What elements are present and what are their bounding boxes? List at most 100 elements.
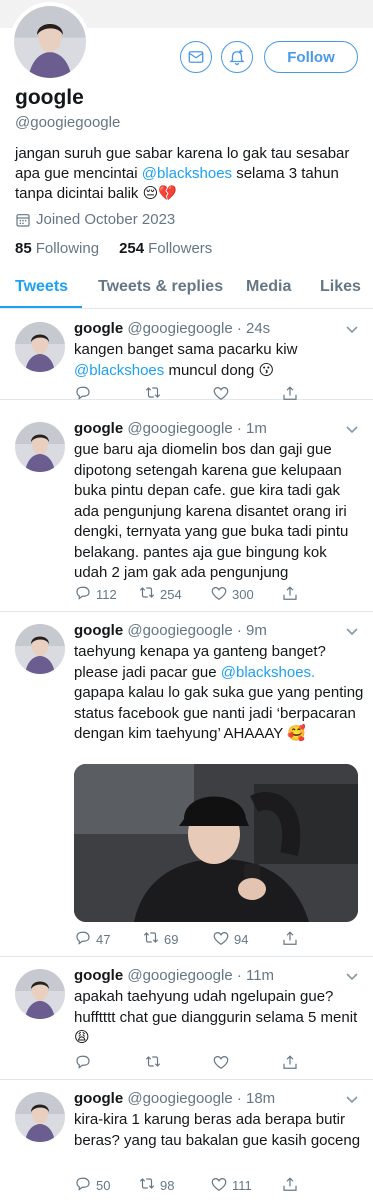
followers-count: 254 (119, 240, 145, 257)
tweet-mention-link[interactable]: @blackshoes (74, 362, 164, 379)
avatar-image (14, 6, 86, 78)
notify-button[interactable] (221, 41, 253, 73)
message-button[interactable] (180, 41, 212, 73)
active-tab-indicator (0, 306, 82, 308)
tab-likes[interactable]: Likes (320, 278, 361, 296)
avatar-image (15, 624, 65, 674)
share-icon (283, 586, 297, 600)
tweet-avatar[interactable] (15, 624, 65, 674)
tab-media[interactable]: Media (246, 278, 291, 296)
tweet-header: google @googiegoogle · 18m (74, 1090, 275, 1107)
reply-icon (76, 386, 90, 400)
heart-icon (213, 387, 229, 400)
tweet-item[interactable]: google @googiegoogle · 24s kangen banget… (0, 310, 373, 400)
tweet-author-name[interactable]: google (74, 1090, 123, 1107)
share-button[interactable] (281, 1176, 299, 1194)
followers-label: Followers (148, 240, 213, 257)
share-icon (283, 1177, 297, 1191)
share-icon (283, 1055, 297, 1069)
reply-icon (76, 1055, 90, 1069)
share-button[interactable] (281, 1054, 299, 1072)
tweet-meta: @googiegoogle · 9m (127, 622, 267, 639)
retweet-count: 69 (164, 931, 179, 947)
retweet-button[interactable] (144, 1054, 166, 1072)
tweet-header: google @googiegoogle · 1m (74, 420, 267, 437)
tweet-avatar[interactable] (15, 322, 65, 372)
bio-mention-link[interactable]: @blackshoes (142, 165, 232, 182)
retweet-icon (145, 1056, 161, 1067)
retweet-button[interactable]: 254 (138, 585, 182, 603)
tweet-actions: 47 69 94 (74, 930, 304, 950)
share-button[interactable] (281, 585, 299, 603)
reply-count: 112 (96, 586, 117, 602)
retweet-button[interactable] (144, 385, 166, 403)
follow-button[interactable]: Follow (264, 41, 358, 73)
chevron-down-icon[interactable] (344, 322, 360, 338)
tweet-header: google @googiegoogle · 9m (74, 622, 267, 639)
tweet-text: apakah taehyung udah ngelupain gue? huff… (74, 988, 358, 1046)
avatar-image (15, 969, 65, 1019)
like-button[interactable]: 94 (212, 930, 248, 948)
chevron-down-icon[interactable] (344, 624, 360, 640)
chevron-down-icon[interactable] (344, 1092, 360, 1108)
reply-button[interactable]: 112 (74, 585, 117, 603)
share-button[interactable] (281, 385, 299, 403)
tweet-item[interactable]: google @googiegoogle · 9m taehyung kenap… (0, 612, 373, 957)
tweet-author-name[interactable]: google (74, 622, 123, 639)
like-button[interactable] (212, 1054, 234, 1072)
tweet-header: google @googiegoogle · 24s (74, 320, 270, 337)
share-icon (283, 386, 297, 400)
tweet-item[interactable]: google @googiegoogle · 11m apakah taehyu… (0, 957, 373, 1080)
profile-handle: @googiegoogle (15, 114, 121, 131)
chevron-down-icon[interactable] (344, 422, 360, 438)
calendar-icon (16, 213, 30, 227)
avatar-image (15, 422, 65, 472)
tweet-item[interactable]: google @googiegoogle · 1m gue baru aja d… (0, 410, 373, 612)
reply-button[interactable] (74, 1054, 96, 1072)
like-button[interactable] (212, 385, 234, 403)
tweet-avatar[interactable] (15, 969, 65, 1019)
tweet-text-end: gapapa kalau lo gak suka gue yang pentin… (74, 684, 364, 742)
retweet-button[interactable]: 98 (138, 1176, 174, 1194)
tweet-author-name[interactable]: google (74, 420, 123, 437)
following-label: Following (35, 240, 100, 257)
retweet-count: 254 (160, 586, 182, 602)
tweet-text-end: muncul dong 😗 (164, 361, 275, 379)
following-link[interactable]: 85 Following (15, 240, 99, 257)
tweet-author-name[interactable]: google (74, 967, 123, 984)
profile-avatar[interactable] (10, 2, 90, 82)
tweet-header: google @googiegoogle · 11m (74, 967, 274, 984)
retweet-icon (139, 1178, 155, 1189)
reply-button[interactable]: 47 (74, 930, 110, 948)
joined-text: Joined October 2023 (36, 211, 176, 228)
tweet-avatar[interactable] (15, 1092, 65, 1142)
profile-display-name: google (15, 86, 84, 109)
reply-button[interactable] (74, 385, 96, 403)
bell-plus-icon (229, 49, 245, 66)
retweet-button[interactable]: 69 (142, 930, 178, 948)
tweet-text: kira-kira 1 karung beras ada berapa buti… (74, 1111, 361, 1149)
avatar-image (15, 322, 65, 372)
avatar-image (15, 1092, 65, 1142)
reply-count: 47 (96, 931, 111, 947)
tweet-avatar[interactable] (15, 422, 65, 472)
chevron-down-icon[interactable] (344, 969, 360, 985)
tweet-media-image[interactable] (74, 764, 358, 922)
tweet-actions (74, 385, 304, 405)
share-button[interactable] (281, 930, 299, 948)
tweet-mention-link[interactable]: @blackshoes. (221, 664, 315, 681)
tweet-actions: 50 98 111 (74, 1176, 304, 1196)
tab-tweets-replies[interactable]: Tweets & replies (98, 278, 223, 296)
tab-tweets[interactable]: Tweets (15, 278, 68, 296)
tweet-author-name[interactable]: google (74, 320, 123, 337)
retweet-count: 98 (160, 1177, 175, 1193)
tweet-item[interactable]: google @googiegoogle · 18m kira-kira 1 k… (0, 1080, 373, 1200)
like-button[interactable]: 300 (210, 585, 254, 603)
tweet-actions (74, 1054, 304, 1074)
followers-link[interactable]: 254 Followers (119, 240, 212, 257)
profile-tabs: Tweets Tweets & replies Media Likes (0, 266, 373, 309)
reply-button[interactable]: 50 (74, 1176, 110, 1194)
photo-image (74, 764, 358, 922)
like-button[interactable]: 111 (210, 1176, 252, 1194)
retweet-icon (143, 932, 159, 943)
